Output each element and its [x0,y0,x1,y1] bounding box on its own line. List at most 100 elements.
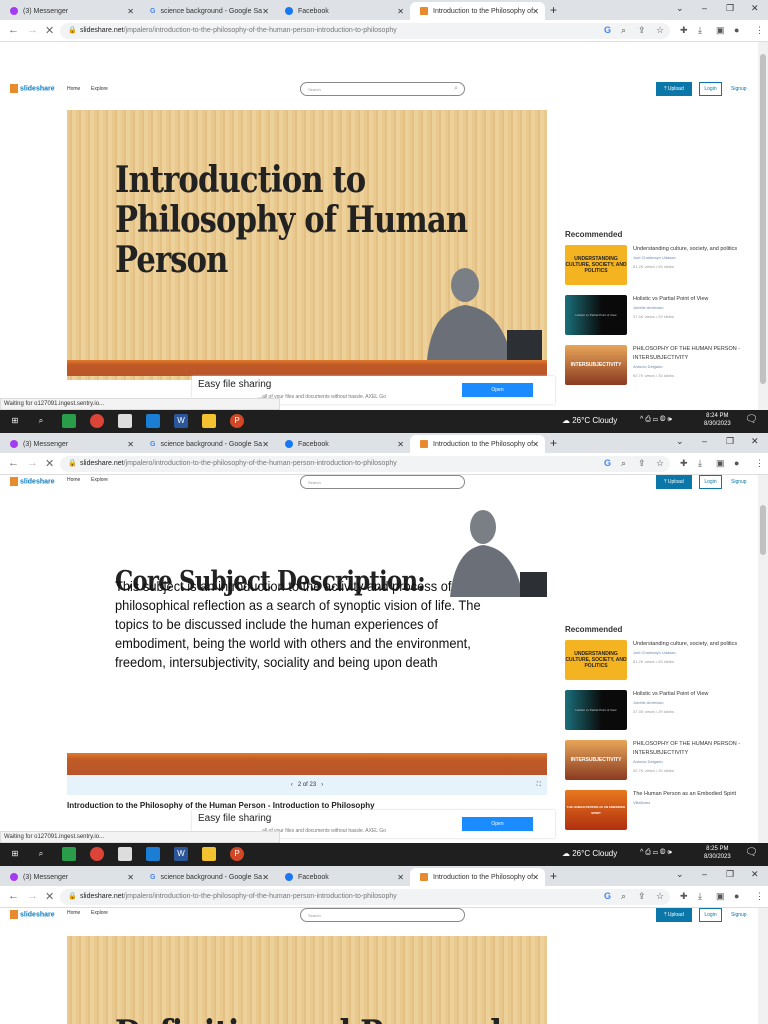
tab-facebook[interactable]: Facebook ✕ [275,868,410,886]
minimize-button[interactable]: – [702,869,707,879]
close-window-button[interactable]: ✕ [751,436,759,447]
chrome-icon[interactable] [90,414,104,428]
weather-widget[interactable]: ☁ 26°C Cloudy [562,416,617,425]
restore-button[interactable]: ❐ [726,436,734,447]
nav-explore[interactable]: Explore [91,477,108,483]
file-explorer-icon[interactable] [202,414,216,428]
tab-messenger[interactable]: (3) Messenger ✕ [0,868,140,886]
profile-avatar[interactable]: ● [734,891,739,901]
close-tab-icon[interactable]: ✕ [127,7,134,16]
forward-icon[interactable]: → [27,457,38,469]
close-window-button[interactable]: ✕ [751,869,759,880]
next-slide-button[interactable]: › [321,782,323,788]
search-icon[interactable]: ⌕ [34,847,48,861]
side-panel-icon[interactable]: ▣ [716,891,725,902]
ad-open-button[interactable]: Open [462,817,533,831]
bookmark-star-icon[interactable]: ☆ [656,458,664,469]
ad-open-button[interactable]: Open [462,383,533,397]
stop-loading-icon[interactable]: ✕ [45,457,54,470]
nav-home[interactable]: Home [67,477,80,483]
forward-icon[interactable]: → [27,24,38,36]
google-lens-icon[interactable]: G [604,25,611,35]
tab-slideshare[interactable]: Introduction to the Philosophy of ✕ [410,2,545,20]
recommended-item[interactable]: THE HUMAN PERSON AS AN EMBODIED SPIRIT Th… [565,790,755,838]
signup-link[interactable]: Signup [731,908,747,922]
powerpoint-icon[interactable]: P [230,847,244,861]
tab-messenger[interactable]: (3) Messenger ✕ [0,435,140,453]
nav-home[interactable]: Home [67,86,80,92]
recommended-item[interactable]: Holistic vs Partial Point of View Holisti… [565,690,755,738]
close-tab-icon[interactable]: ✕ [262,873,269,882]
extensions-icon[interactable]: ✚ [680,891,688,902]
close-tab-icon[interactable]: ✕ [532,873,539,882]
minimize-button[interactable]: – [702,436,707,446]
tab-search-icon[interactable]: ⌄ [676,869,684,880]
zoom-icon[interactable]: ⌕ [621,25,626,36]
recommended-item[interactable]: UNDERSTANDING CULTURE, SOCIETY, AND POLI… [565,245,755,293]
tab-slideshare[interactable]: Introduction to the Philosophy of ✕ [410,435,545,453]
chrome-icon[interactable] [90,847,104,861]
login-button[interactable]: Login [699,475,722,489]
menu-icon[interactable]: ⋮ [755,891,764,902]
google-lens-icon[interactable]: G [604,458,611,468]
file-explorer-icon[interactable] [202,847,216,861]
scrollbar[interactable] [758,908,768,1024]
tab-facebook[interactable]: Facebook ✕ [275,2,410,20]
download-icon[interactable]: ⤓ [698,891,702,902]
url-field[interactable]: 🔒 slideshare.net/jmpalero/introduction-to… [60,889,670,905]
word-icon[interactable]: W [174,847,188,861]
extensions-icon[interactable]: ✚ [680,458,688,469]
system-tray-icons[interactable]: ^ ⎙ ▭ ◍ 🕪 [640,849,672,857]
search-input[interactable]: Search [300,908,465,922]
new-tab-button[interactable]: + [550,3,557,17]
powerpoint-icon[interactable]: P [230,414,244,428]
notification-icon[interactable]: 🗨 [745,414,758,425]
new-tab-button[interactable]: + [550,869,557,883]
tab-facebook[interactable]: Facebook ✕ [275,435,410,453]
login-button[interactable]: Login [699,82,722,96]
close-tab-icon[interactable]: ✕ [127,873,134,882]
scrollbar[interactable] [758,42,768,410]
bookmark-star-icon[interactable]: ☆ [656,25,664,36]
edge-icon[interactable] [62,847,76,861]
notification-icon[interactable]: 🗨 [745,847,758,858]
tab-search-icon[interactable]: ⌄ [676,3,684,14]
clock[interactable]: 8:25 PM 8/30/2023 [704,845,731,861]
recommended-item[interactable]: UNDERSTANDING CULTURE, SOCIETY, AND POLI… [565,640,755,688]
recommended-item[interactable]: INTERSUBJECTIVITY PHILOSOPHY OF THE HUMAN… [565,345,755,393]
minimize-button[interactable]: – [702,3,707,13]
windows-start-icon[interactable]: ⊞ [8,847,22,861]
tab-slideshare[interactable]: Introduction to the Philosophy of ✕ [410,868,545,886]
profile-avatar[interactable]: ● [734,458,739,468]
stop-loading-icon[interactable]: ✕ [45,890,54,903]
close-window-button[interactable]: ✕ [751,3,759,14]
menu-icon[interactable]: ⋮ [755,25,764,36]
zoom-icon[interactable]: ⌕ [621,458,626,469]
tab-search-icon[interactable]: ⌄ [676,436,684,447]
mail-icon[interactable] [146,847,160,861]
tab-messenger[interactable]: (3) Messenger ✕ [0,2,140,20]
nav-explore[interactable]: Explore [91,910,108,916]
recommended-item[interactable]: Holistic vs Partial Point of View Holisti… [565,295,755,343]
new-tab-button[interactable]: + [550,436,557,450]
close-tab-icon[interactable]: ✕ [262,7,269,16]
search-icon[interactable]: ⌕ [454,85,458,93]
side-panel-icon[interactable]: ▣ [716,458,725,469]
close-tab-icon[interactable]: ✕ [127,440,134,449]
slideshare-logo[interactable]: slideshare [10,84,55,93]
share-icon[interactable]: ⇪ [638,25,646,36]
share-icon[interactable]: ⇪ [638,891,646,902]
nav-explore[interactable]: Explore [91,86,108,92]
close-tab-icon[interactable]: ✕ [532,7,539,16]
back-icon[interactable]: ← [8,890,19,902]
url-field[interactable]: 🔒 slideshare.net/jmpalero/introduction-to… [60,23,670,39]
previous-slide-button[interactable]: ‹ [291,782,293,788]
recommended-item[interactable]: INTERSUBJECTIVITY PHILOSOPHY OF THE HUMAN… [565,740,755,788]
signup-link[interactable]: Signup [731,475,747,489]
extensions-icon[interactable]: ✚ [680,25,688,36]
mail-icon[interactable] [146,414,160,428]
weather-widget[interactable]: ☁ 26°C Cloudy [562,849,617,858]
share-icon[interactable]: ⇪ [638,458,646,469]
download-icon[interactable]: ⤓ [698,25,702,36]
menu-icon[interactable]: ⋮ [755,458,764,469]
